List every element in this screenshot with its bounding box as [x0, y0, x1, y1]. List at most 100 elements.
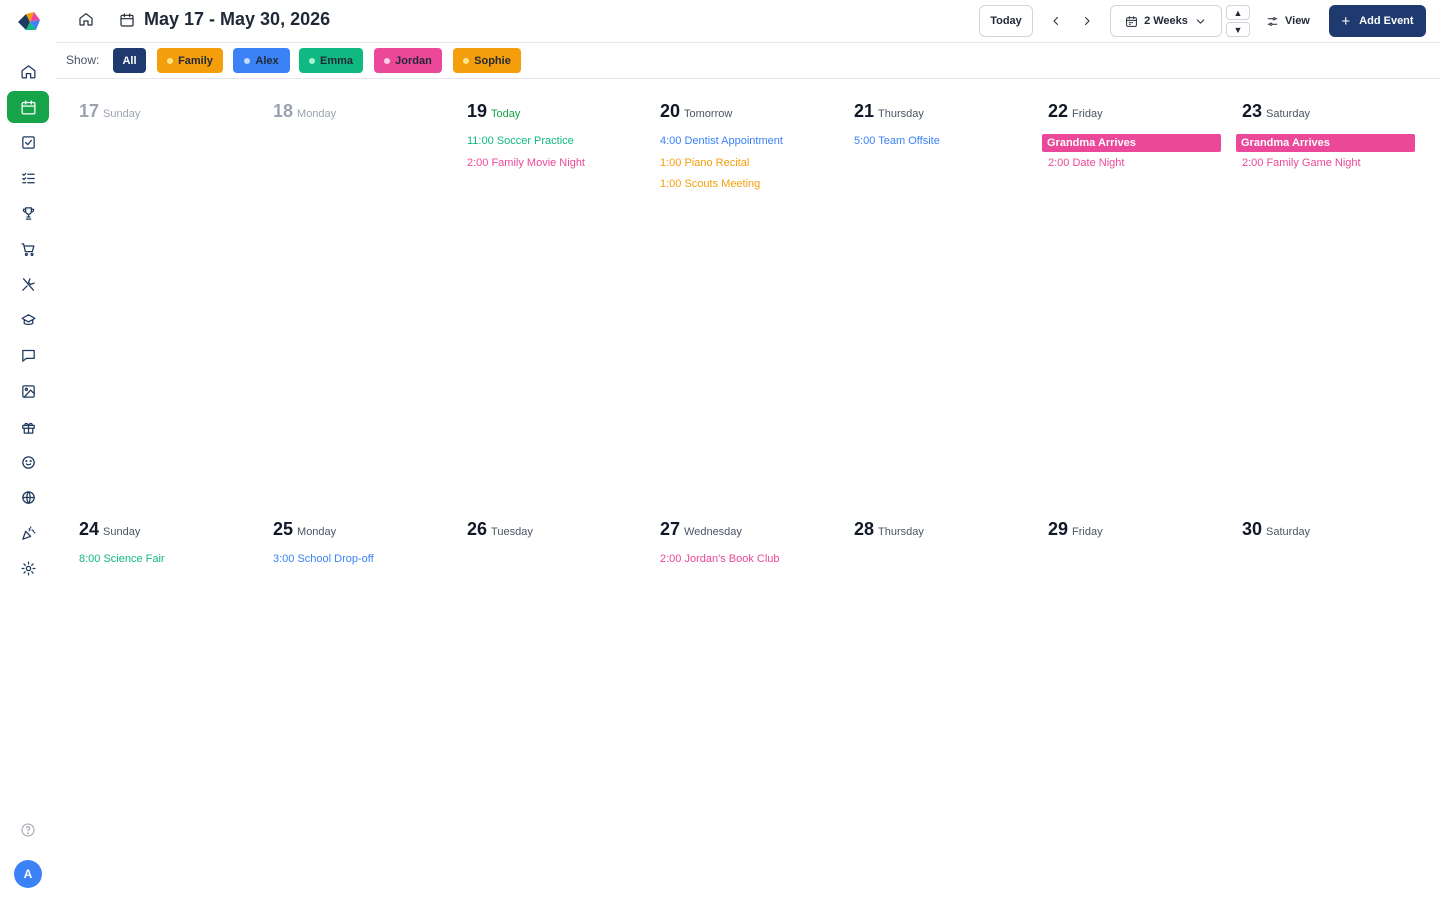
day-name: Sunday: [103, 108, 141, 120]
day-name: Wednesday: [684, 526, 742, 538]
day-name: Saturday: [1266, 526, 1311, 538]
sidebar-item-checkbox[interactable]: [7, 126, 49, 158]
day-name: Monday: [297, 108, 337, 120]
day-cell[interactable]: 23 Saturday Grandma Arrives 2:00 Family Gam…: [1236, 101, 1430, 501]
day-cell[interactable]: 19 Today 11:00 Soccer Practice 2:00 Family …: [461, 101, 655, 501]
sidebar-item-utensils[interactable]: [7, 268, 49, 300]
day-cell[interactable]: 30 Saturday: [1236, 519, 1430, 900]
sidebar-item-trophy[interactable]: [7, 197, 49, 229]
prev-button[interactable]: [1045, 10, 1067, 32]
calendar-event[interactable]: 2:00 Family Game Night: [1242, 157, 1361, 169]
day-cell[interactable]: 26 Tuesday: [461, 519, 655, 900]
chip-dot: [463, 57, 470, 64]
add-event-button[interactable]: + Add Event: [1329, 5, 1426, 37]
calendar-event[interactable]: 3:00 School Drop-off: [273, 553, 374, 565]
filter-chip-jordan[interactable]: Jordan: [374, 48, 442, 73]
app-logo: [18, 12, 40, 30]
sidebar-item-cart[interactable]: [7, 233, 49, 265]
chip-dot: [244, 57, 251, 64]
calendar-event[interactable]: 2:00 Date Night: [1048, 157, 1124, 169]
calendar-event[interactable]: 4:00 Dentist Appointment: [660, 135, 783, 147]
calendar-icon: [119, 12, 137, 30]
day-name: Saturday: [1266, 108, 1311, 120]
all-day-event[interactable]: Grandma Arrives: [1042, 134, 1221, 152]
sidebar-item-smiley[interactable]: [7, 446, 49, 478]
range-select-label: 2 Weeks: [1144, 15, 1188, 27]
step-up-button[interactable]: ▲: [1226, 5, 1250, 20]
calendar-event[interactable]: 1:00 Piano Recital: [660, 157, 749, 169]
day-name: Tuesday: [491, 526, 533, 538]
sidebar-item-settings[interactable]: [7, 552, 49, 584]
add-event-label: Add Event: [1359, 15, 1414, 27]
day-number: 28: [854, 519, 875, 539]
chevron-right-icon: [1085, 17, 1090, 25]
checklist-icon: [21, 172, 35, 183]
next-button[interactable]: [1076, 10, 1098, 32]
show-label: Show:: [66, 53, 100, 67]
day-number: 21: [854, 101, 875, 121]
sidebar-item-home[interactable]: [7, 55, 49, 87]
day-cell[interactable]: 18 Monday: [267, 101, 461, 501]
day-cell[interactable]: 24 Sunday 8:00 Science Fair: [73, 519, 267, 900]
home-icon: [20, 64, 36, 79]
view-options-button[interactable]: View: [1266, 11, 1310, 31]
day-cell[interactable]: 17 Sunday: [73, 101, 267, 501]
all-day-event[interactable]: Grandma Arrives: [1236, 134, 1415, 152]
filter-chip-label: All: [122, 54, 137, 67]
calendar-event[interactable]: 8:00 Science Fair: [79, 553, 165, 565]
home-icon: [79, 13, 93, 26]
app-root: A May 17 - May 30, 2026 Today 2 Weeks ▲ …: [0, 0, 1440, 900]
smiley-icon: [21, 455, 35, 469]
day-name: Monday: [297, 526, 337, 538]
filter-chip-family[interactable]: Family: [157, 48, 223, 73]
sidebar-item-image[interactable]: [7, 375, 49, 407]
sidebar-item-calendar[interactable]: [7, 91, 49, 123]
chevron-left-icon: [1053, 17, 1058, 25]
filter-chip-alex[interactable]: Alex: [233, 48, 290, 73]
day-number: 25: [273, 519, 294, 539]
sidebar-item-checklist[interactable]: [7, 162, 49, 194]
day-header: 24 Sunday: [79, 519, 140, 540]
filter-chip-sophie[interactable]: Sophie: [453, 48, 521, 73]
day-number: 17: [79, 101, 100, 121]
today-button[interactable]: Today: [979, 5, 1033, 37]
day-cell[interactable]: 29 Friday: [1042, 519, 1236, 900]
range-stepper: ▲ ▼: [1226, 5, 1250, 37]
day-name: Sunday: [103, 526, 141, 538]
calendar-event[interactable]: 2:00 Jordan's Book Club: [660, 553, 780, 565]
day-number: 23: [1242, 101, 1263, 121]
day-cell[interactable]: 25 Monday 3:00 School Drop-off: [267, 519, 461, 900]
calendar-event[interactable]: 2:00 Family Movie Night: [467, 157, 585, 169]
day-cell[interactable]: 21 Thursday 5:00 Team Offsite: [848, 101, 1042, 501]
day-name: Today: [491, 108, 521, 120]
day-number: 20: [660, 101, 681, 121]
day-header: 28 Thursday: [854, 519, 924, 540]
help-icon[interactable]: [20, 822, 36, 838]
filter-chip-all[interactable]: All: [113, 48, 146, 73]
day-cell[interactable]: 20 Tomorrow 4:00 Dentist Appointment 1:00 P…: [654, 101, 848, 501]
day-cell[interactable]: 22 Friday Grandma Arrives 2:00 Date Night: [1042, 101, 1236, 501]
view-options-label: View: [1285, 15, 1310, 27]
day-number: 22: [1048, 101, 1069, 121]
calendar-icon: [20, 99, 36, 115]
sidebar-item-chef-hat[interactable]: [7, 304, 49, 336]
day-cell[interactable]: 27 Wednesday 2:00 Jordan's Book Club: [654, 519, 848, 900]
sidebar-item-gift[interactable]: [7, 411, 49, 443]
filter-chip-emma[interactable]: Emma: [299, 48, 363, 73]
sidebar-item-party[interactable]: [7, 517, 49, 549]
step-down-button[interactable]: ▼: [1226, 22, 1250, 37]
range-select[interactable]: 2 Weeks: [1110, 5, 1222, 37]
cart-icon: [20, 242, 34, 256]
sidebar-item-chat[interactable]: [7, 339, 49, 371]
checkbox-icon: [21, 135, 35, 149]
calendar-event[interactable]: 5:00 Team Offsite: [854, 135, 940, 147]
calendar-event[interactable]: 11:00 Soccer Practice: [467, 135, 574, 147]
sidebar-item-globe[interactable]: [7, 481, 49, 513]
day-name: Thursday: [878, 108, 924, 120]
calendar-event[interactable]: 1:00 Scouts Meeting: [660, 178, 760, 190]
day-number: 29: [1048, 519, 1069, 539]
calendar-small-icon: [1126, 15, 1137, 27]
day-cell[interactable]: 28 Thursday: [848, 519, 1042, 900]
home-button[interactable]: [78, 11, 98, 31]
user-avatar[interactable]: A: [14, 860, 42, 888]
